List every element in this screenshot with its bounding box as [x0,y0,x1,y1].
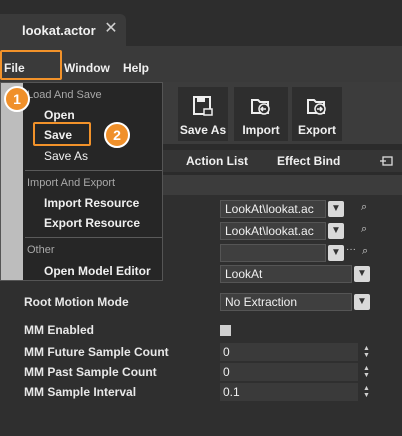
mm-interval-label: MM Sample Interval [24,385,137,399]
lookat-file-field-3[interactable] [220,244,326,262]
close-icon[interactable]: ✕ [103,21,119,37]
step-badge-1: 1 [4,86,30,112]
export-button[interactable]: Export [292,87,342,141]
root-motion-mode-label: Root Motion Mode [24,295,129,309]
pin-icon[interactable] [380,155,394,167]
menu-item-open-model-editor[interactable]: Open Model Editor [44,264,151,278]
step-badge-2: 2 [104,122,130,148]
menu-item-save-as[interactable]: Save As [44,149,88,163]
chevron-down-icon[interactable]: ▼ [354,294,370,310]
chevron-down-icon[interactable]: ▼ [328,245,344,261]
save-highlight [33,122,91,146]
menu-separator [25,237,162,238]
mm-interval-input[interactable]: 0.1 [220,383,358,401]
file-highlight [0,50,62,80]
menu-section-load-save: Load And Save [27,89,102,101]
spinner-icon[interactable]: ▲ ▼ [363,385,370,399]
menu-item-import-resource[interactable]: Import Resource [44,196,139,210]
document-tab[interactable]: lookat.actor ✕ [0,14,126,46]
ellipsis-icon[interactable]: ··· [346,244,356,255]
menu-help[interactable]: Help [123,46,149,82]
mm-enabled-label: MM Enabled [24,323,95,337]
mm-future-input[interactable]: 0 [220,343,358,361]
menu-item-export-resource[interactable]: Export Resource [44,216,140,230]
mm-past-input[interactable]: 0 [220,363,358,381]
tab-effect-bind[interactable]: Effect Bind [277,150,340,172]
menu-section-import-export: Import And Export [27,177,116,189]
lookat-file-field-1[interactable]: LookAt\lookat.ac [220,200,326,218]
root-motion-mode-select[interactable]: No Extraction [220,293,352,311]
import-label: Import [242,123,280,137]
menu-section-other: Other [27,244,55,256]
menu-window[interactable]: Window [64,46,110,82]
save-as-label: Save As [179,123,227,137]
chevron-down-icon[interactable]: ▼ [354,266,370,282]
mm-enabled-checkbox[interactable] [220,325,231,336]
tab-title: lookat.actor [22,22,96,38]
search-icon[interactable]: ⌕ [361,223,367,236]
save-as-icon [193,96,213,116]
chevron-down-icon[interactable]: ▼ [328,223,344,239]
search-icon[interactable]: ⌕ [361,201,367,214]
search-icon[interactable]: ⌕ [362,245,368,258]
file-menu: Load And Save Open Save Save As Import A… [0,82,163,281]
tab-action-list[interactable]: Action List [186,150,248,172]
tab-bar: lookat.actor ✕ [0,0,402,46]
export-icon [307,99,326,115]
lookat-file-field-2[interactable]: LookAt\lookat.ac [220,222,326,240]
mm-future-label: MM Future Sample Count [24,345,169,359]
spinner-icon[interactable]: ▲ ▼ [363,365,370,379]
import-icon [251,99,270,115]
toolbar: Save As Import Export [160,82,402,144]
mm-past-label: MM Past Sample Count [24,365,157,379]
menu-separator [25,170,162,171]
menu-gutter [1,83,23,280]
spinner-icon[interactable]: ▲ ▼ [363,345,370,359]
chevron-down-icon[interactable]: ▼ [328,201,344,217]
import-button[interactable]: Import [234,87,288,141]
save-as-button[interactable]: Save As [178,87,228,141]
export-label: Export [297,123,336,137]
menu-item-open[interactable]: Open [44,108,75,122]
lookat-dropdown[interactable]: LookAt [220,265,352,283]
